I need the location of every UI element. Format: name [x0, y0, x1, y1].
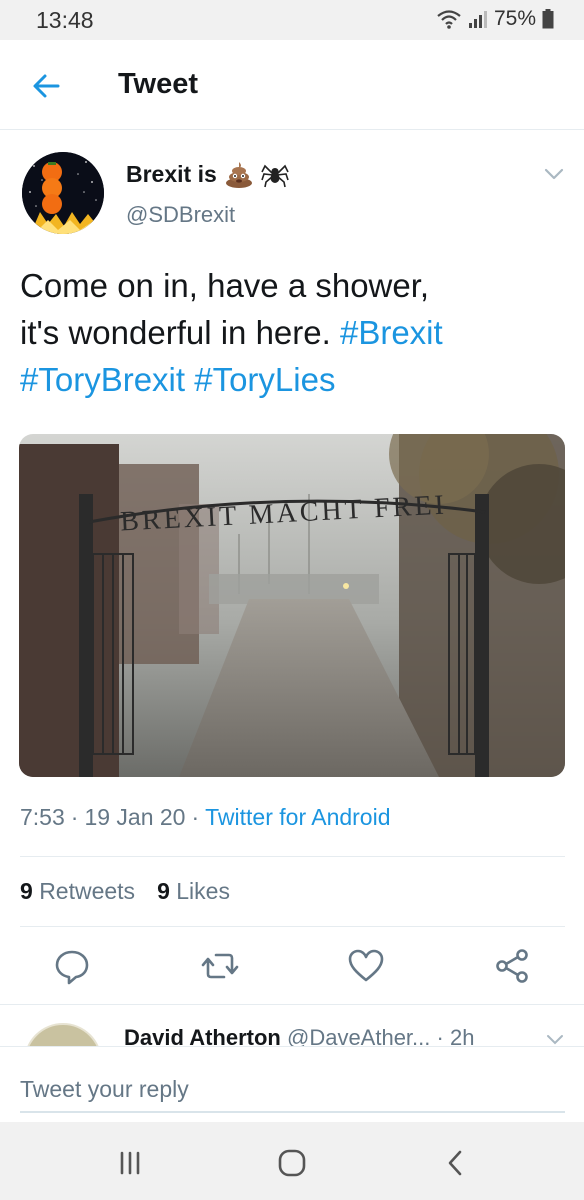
- reply-author[interactable]: David Atherton @DaveAther... · 2h: [124, 1025, 474, 1046]
- wifi-icon: [437, 10, 461, 29]
- tweet-image[interactable]: BREXIT MACHT FREI: [19, 434, 565, 777]
- retweets-label: Retweets: [39, 878, 136, 904]
- battery-percent: 75%: [493, 7, 536, 30]
- retweets-stat[interactable]: 9 Retweets: [20, 878, 135, 905]
- reply-input[interactable]: [20, 1067, 565, 1113]
- spider-emoji: [261, 164, 289, 188]
- retweet-icon[interactable]: [200, 946, 240, 986]
- recent-apps-icon[interactable]: [110, 1148, 150, 1178]
- tweet-text-line: it's wonderful in here. #Brexit: [20, 309, 565, 356]
- pile-of-poo-emoji: [225, 162, 252, 188]
- tweet-meta: 7:53 · 19 Jan 20 · Twitter for Android: [20, 804, 391, 831]
- meta-separator: ·: [70, 804, 79, 830]
- home-icon[interactable]: [272, 1148, 312, 1178]
- like-icon[interactable]: [346, 946, 386, 986]
- hashtag-link[interactable]: #Brexit: [340, 314, 443, 351]
- author-name-text: Brexit is: [126, 160, 217, 187]
- reply-composer: [0, 1046, 584, 1122]
- back-icon[interactable]: [436, 1148, 476, 1178]
- tweet-time: 7:53: [20, 804, 65, 830]
- chevron-down-icon[interactable]: [542, 164, 566, 184]
- author-display-name[interactable]: Brexit is: [126, 160, 289, 188]
- tweet-text-line: Come on in, have a shower,: [20, 262, 565, 309]
- meta-separator: ·: [191, 804, 200, 830]
- chevron-down-icon[interactable]: [544, 1031, 566, 1046]
- status-bar: 13:48 75%: [0, 0, 584, 40]
- reply-icon[interactable]: [52, 946, 92, 986]
- likes-stat[interactable]: 9 Likes: [157, 878, 230, 905]
- back-arrow-icon[interactable]: [28, 68, 64, 104]
- status-indicators: 75%: [436, 7, 554, 31]
- tweet-text-segment: it's wonderful in here.: [20, 314, 340, 351]
- reply-author-handle: @DaveAther...: [286, 1025, 431, 1046]
- battery-icon: [542, 9, 554, 29]
- retweets-count: 9: [20, 878, 33, 904]
- divider: [20, 926, 565, 927]
- status-time: 13:48: [36, 7, 94, 33]
- reply-tweet-preview[interactable]: David Atherton @DaveAther... · 2h: [0, 1004, 584, 1046]
- reply-time: · 2h: [436, 1025, 475, 1046]
- tweet-text-segment: Come on in, have a shower,: [20, 267, 430, 304]
- tweet-text-line: #ToryBrexit #ToryLies: [20, 356, 565, 403]
- system-nav-bar: [0, 1122, 584, 1200]
- divider: [20, 856, 565, 857]
- tweet-text: Come on in, have a shower, it's wonderfu…: [20, 262, 565, 403]
- tweet-actions: [0, 946, 584, 990]
- author-avatar[interactable]: [22, 152, 104, 234]
- signal-icon: [468, 11, 487, 28]
- tweet-stats: 9 Retweets 9 Likes: [20, 878, 230, 905]
- reply-author-avatar[interactable]: [24, 1023, 102, 1046]
- likes-label: Likes: [176, 878, 230, 904]
- app-header: Tweet: [0, 40, 584, 130]
- reply-author-name: David Atherton: [124, 1025, 281, 1046]
- share-icon[interactable]: [492, 946, 532, 986]
- likes-count: 9: [157, 878, 170, 904]
- tweet-source-link[interactable]: Twitter for Android: [205, 804, 390, 831]
- author-handle[interactable]: @SDBrexit: [126, 202, 235, 228]
- page-title: Tweet: [118, 68, 199, 100]
- hashtag-link[interactable]: #ToryBrexit #ToryLies: [20, 361, 335, 398]
- tweet-date: 19 Jan 20: [84, 804, 186, 830]
